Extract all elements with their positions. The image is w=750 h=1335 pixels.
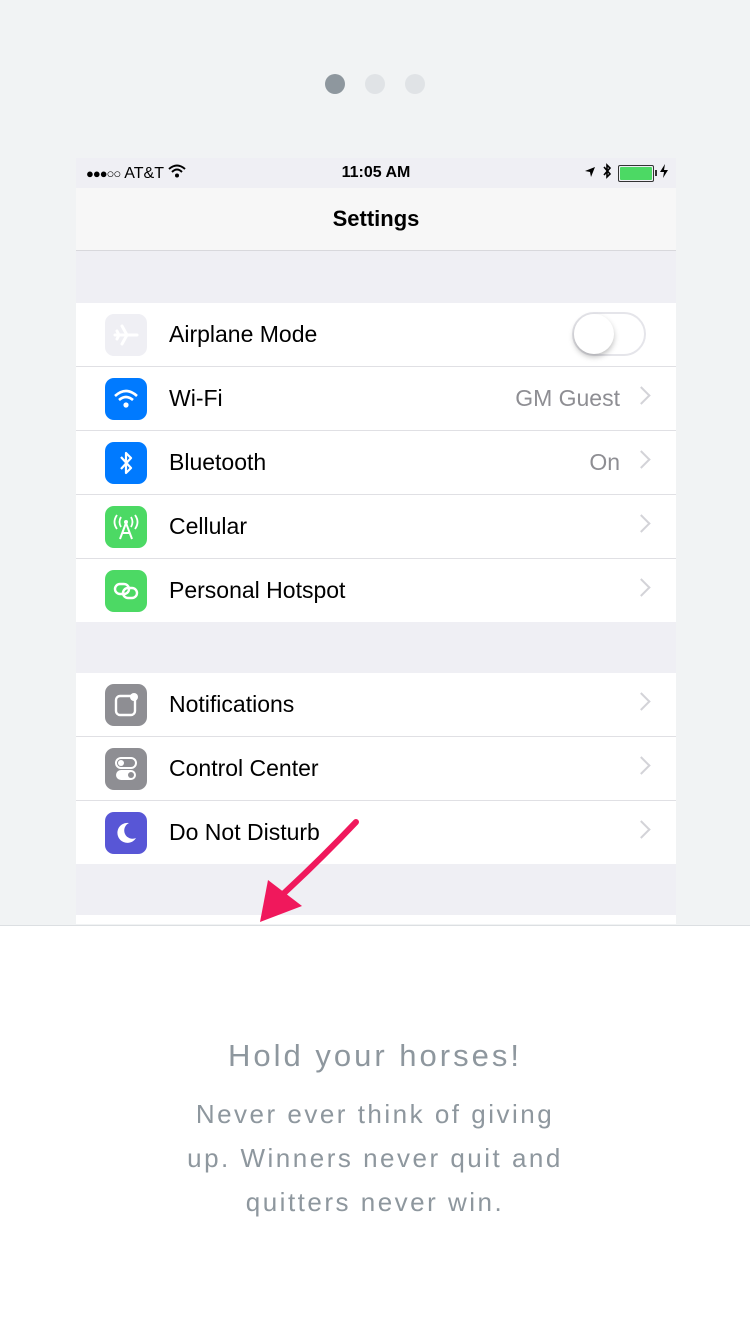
settings-row-personal-hotspot[interactable]: Personal Hotspot — [76, 559, 676, 622]
page-title: Settings — [76, 188, 676, 251]
settings-row-notifications[interactable]: Notifications — [76, 673, 676, 737]
settings-row-wifi[interactable]: Wi-Fi GM Guest — [76, 367, 676, 431]
settings-row-control-center[interactable]: Control Center — [76, 737, 676, 801]
connectivity-group: Airplane Mode Wi-Fi GM Guest Bluetooth O… — [76, 303, 676, 622]
notifications-icon — [105, 684, 147, 726]
bluetooth-icon — [105, 442, 147, 484]
chevron-right-icon — [632, 578, 651, 597]
chevron-right-icon — [632, 756, 651, 775]
chevron-right-icon — [632, 820, 651, 839]
row-label: Airplane Mode — [169, 321, 318, 347]
row-label: Personal Hotspot — [169, 577, 346, 603]
row-label: Bluetooth — [169, 449, 267, 475]
row-label: Do Not Disturb — [169, 819, 320, 845]
settings-row-cellular[interactable]: Cellular — [76, 495, 676, 559]
status-bar: ●●●○○ AT&T 11:05 AM — [76, 158, 676, 188]
wifi-icon — [105, 378, 147, 420]
chevron-right-icon — [632, 514, 651, 533]
airplane-mode-toggle[interactable] — [572, 312, 646, 356]
control-center-icon — [105, 748, 147, 790]
settings-row-bluetooth[interactable]: Bluetooth On — [76, 431, 676, 495]
chevron-right-icon — [632, 450, 651, 469]
moon-icon — [105, 812, 147, 854]
tutorial-card: Hold your horses! Never ever think of gi… — [0, 925, 750, 1335]
battery-icon — [618, 165, 657, 182]
cellular-icon — [105, 506, 147, 548]
charging-icon — [660, 164, 668, 183]
row-label: Wi-Fi — [169, 385, 223, 411]
settings-screenshot: ●●●○○ AT&T 11:05 AM Settings Airplane Mo… — [76, 158, 676, 924]
settings-row-do-not-disturb[interactable]: Do Not Disturb — [76, 801, 676, 864]
system-group: Notifications Control Center Do Not Dist… — [76, 673, 676, 864]
chevron-right-icon — [632, 692, 651, 711]
wifi-network-value: GM Guest — [515, 385, 620, 411]
settings-row-airplane-mode[interactable]: Airplane Mode — [76, 303, 676, 367]
row-label: Cellular — [169, 513, 247, 539]
tutorial-title: Hold your horses! — [228, 1038, 522, 1073]
row-label: Notifications — [169, 691, 295, 717]
airplane-icon — [105, 314, 147, 356]
toggle-knob — [574, 314, 614, 354]
bluetooth-state-value: On — [589, 449, 620, 475]
page-indicator[interactable] — [0, 74, 750, 94]
row-label: Control Center — [169, 755, 319, 781]
next-group-partial — [76, 915, 676, 924]
chevron-right-icon — [632, 386, 651, 405]
page-dot-1[interactable] — [325, 74, 345, 94]
tutorial-message: Never ever think of giving up. Winners n… — [187, 1099, 563, 1217]
bluetooth-status-icon — [602, 163, 612, 184]
hotspot-icon — [105, 570, 147, 612]
page-dot-2[interactable] — [365, 74, 385, 94]
page-dot-3[interactable] — [405, 74, 425, 94]
location-icon — [584, 165, 596, 183]
